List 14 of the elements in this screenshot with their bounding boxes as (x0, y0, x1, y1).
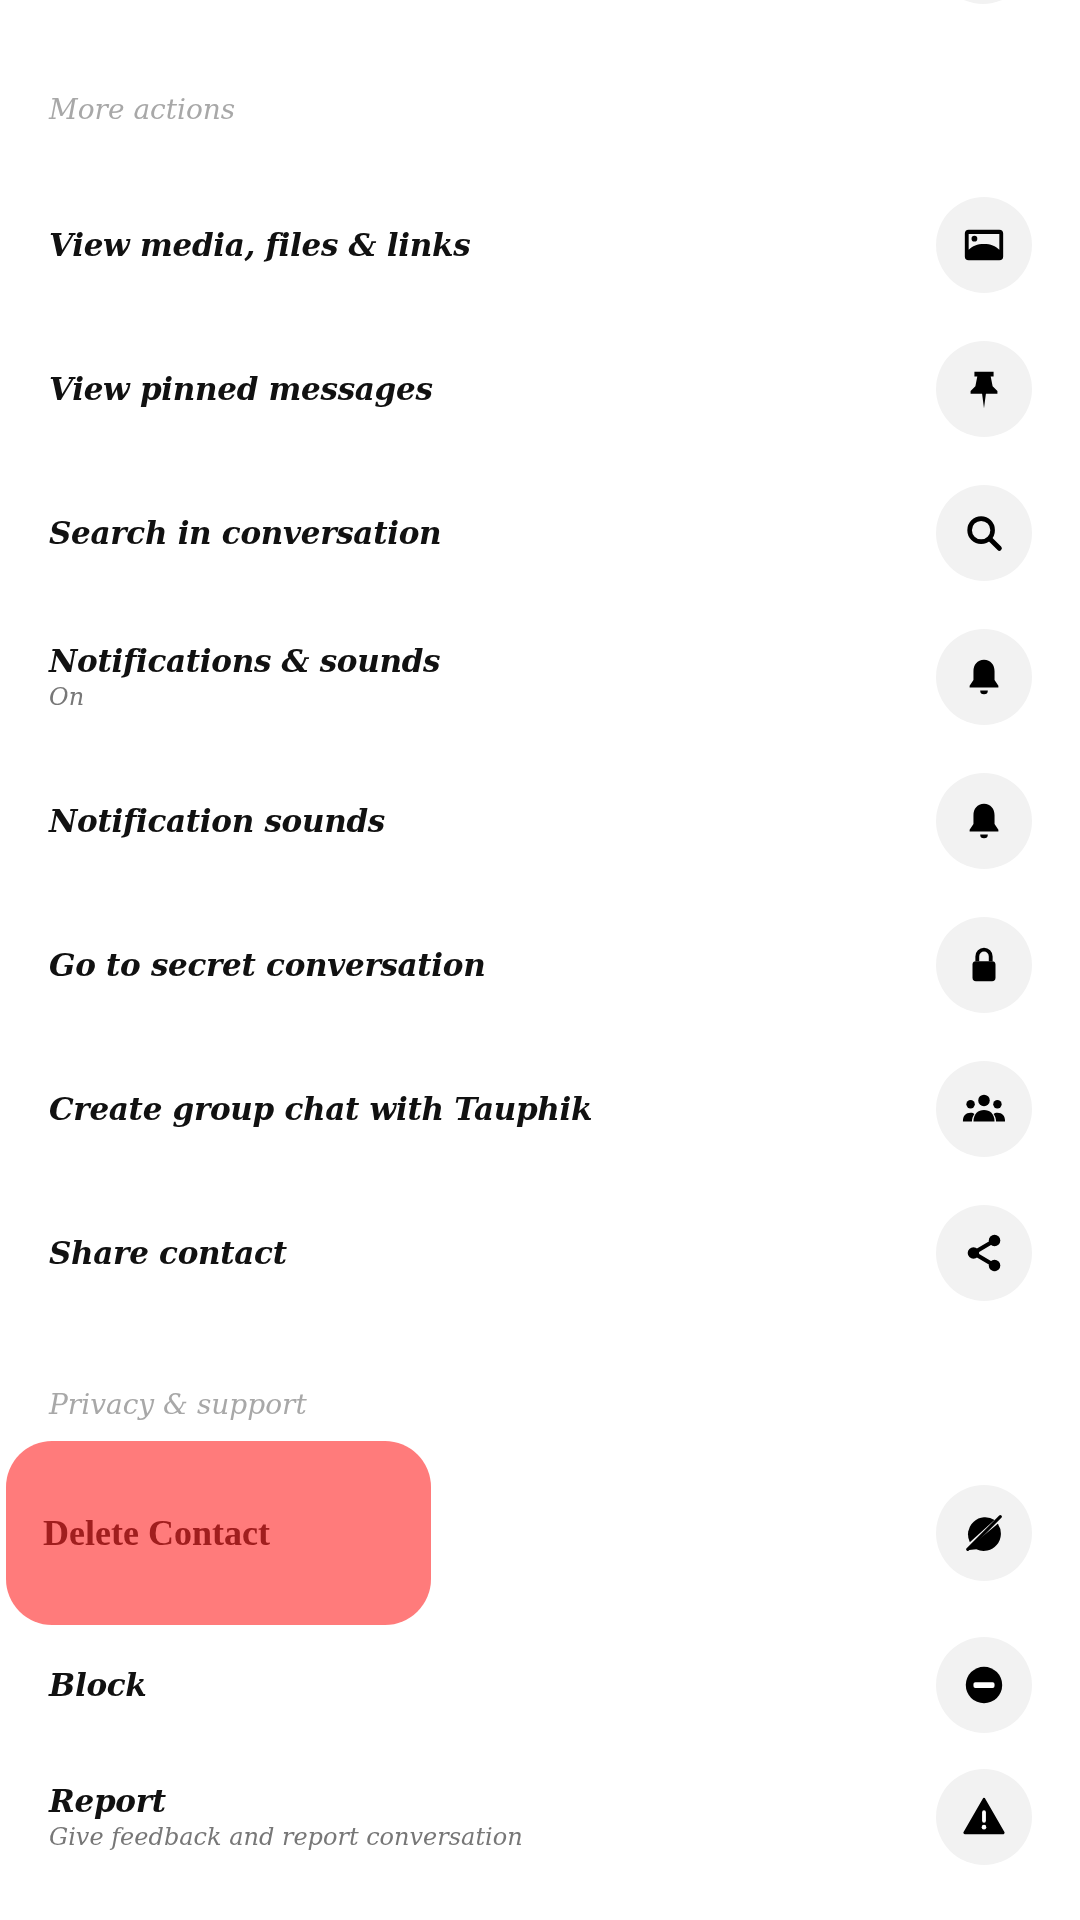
menu-item-label[interactable]: View media, files & links (49, 227, 471, 263)
menu-item-label[interactable]: Block (49, 1667, 147, 1703)
menu-item-subtitle: Give feedback and report conversation (49, 1823, 523, 1851)
section-title: More actions (47, 92, 237, 128)
section-title: Privacy & support (47, 1387, 308, 1423)
menu-item-label[interactable]: Notifications & sounds (49, 643, 441, 679)
menu-item-label[interactable]: View pinned messages (49, 371, 433, 407)
menu-item-label[interactable]: Notification sounds (49, 803, 385, 839)
menu-item-subtitle: On (49, 683, 86, 711)
menu-item-label[interactable]: Go to secret conversation (49, 947, 486, 983)
menu-item-label[interactable]: Share contact (49, 1235, 287, 1271)
menu-item-label[interactable]: Report (49, 1783, 523, 1819)
menu-item-label[interactable]: Search in conversation (49, 515, 442, 551)
menu-item-label[interactable]: Create group chat with Tauphik (49, 1091, 593, 1127)
